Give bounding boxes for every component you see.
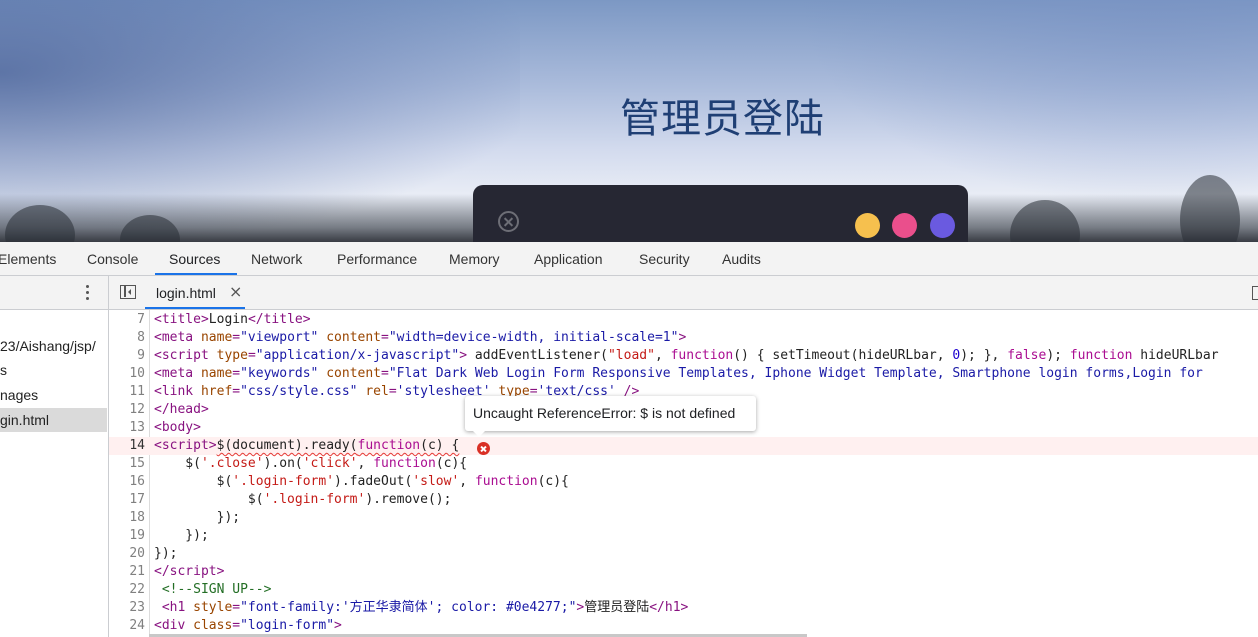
tab-elements[interactable]: Elements [0,242,56,275]
page-preview: 管理员登陆 [0,0,1258,242]
file-navigator: 23/Aishang/jsp/ s nages gin.html [0,276,109,637]
line-number: 23 [129,600,145,615]
line-number: 13 [129,420,145,435]
code-line: 17 $('.login-form').remove(); [109,491,1258,509]
line-number: 7 [137,312,145,327]
tab-security[interactable]: Security [639,242,690,275]
code-line: 7 <title>Login</title> [109,311,1258,329]
line-number: 17 [129,492,145,507]
code-line: 9 <script type="application/x-javascript"… [109,347,1258,365]
error-icon[interactable] [477,442,490,455]
tab-application[interactable]: Application [534,242,603,275]
yellow-dot [855,213,880,238]
toggle-navigator-icon[interactable] [120,285,136,299]
close-tab-icon[interactable]: × [229,282,242,301]
line-number: 11 [129,384,145,399]
code-line: 20}); [109,545,1258,563]
toggle-debugger-icon[interactable] [1252,286,1258,300]
tab-performance[interactable]: Performance [337,242,417,275]
tab-audits[interactable]: Audits [722,242,761,275]
file-tab-label: login.html [156,285,216,301]
code-line: 15 $('.close').on('click', function(c){ [109,455,1258,473]
tab-network[interactable]: Network [251,242,302,275]
error-tooltip: Uncaught ReferenceError: $ is not define… [465,396,756,437]
code-line: 8 <meta name="viewport" content="width=de… [109,329,1258,347]
active-tab-indicator [155,273,237,275]
devtools-tabbar: Elements Console Sources Network Perform… [0,242,1258,276]
code-line: 16 $('.login-form').fadeOut('slow', func… [109,473,1258,491]
tab-memory[interactable]: Memory [449,242,500,275]
code-line: 18 }); [109,509,1258,527]
navigator-item-folder[interactable]: nages [0,383,107,407]
file-tab[interactable]: login.html × [145,276,245,309]
line-number: 16 [129,474,145,489]
navigator-item-folder[interactable]: s [0,358,107,382]
line-number: 21 [129,564,145,579]
line-number: 19 [129,528,145,543]
line-number: 15 [129,456,145,471]
line-number: 22 [129,582,145,597]
active-file-indicator [145,307,245,309]
line-number: 24 [129,618,145,633]
navigator-item-folder[interactable]: 23/Aishang/jsp/ [0,334,107,358]
code-line: 19 }); [109,527,1258,545]
code-line: 22 <!--SIGN UP--> [109,581,1258,599]
purple-dot [930,213,955,238]
close-icon[interactable] [498,211,519,232]
line-number: 18 [129,510,145,525]
editor-tabstrip: login.html × [109,276,1258,310]
line-number: 8 [137,330,145,345]
more-options-icon[interactable] [82,284,94,302]
navigator-item-file[interactable]: gin.html [0,408,107,432]
line-number: 20 [129,546,145,561]
line-number: 10 [129,366,145,381]
code-line: 10 <meta name="keywords" content="Flat Da… [109,365,1258,383]
line-number: 12 [129,402,145,417]
login-form [473,185,968,242]
code-editor[interactable]: 7 <title>Login</title> 8 <meta name="viewp… [109,310,1258,637]
tab-sources[interactable]: Sources [169,242,220,275]
navigator-header [0,276,108,310]
code-line: 23 <h1 style="font-family:'方正华隶简体'; colo… [109,599,1258,617]
tab-console[interactable]: Console [87,242,138,275]
line-number: 9 [137,348,145,363]
code-line: 21 </script> [109,563,1258,581]
code-line-error: 14 <script>$(document).ready(function(c) … [109,437,1258,455]
code-line: 24 <div class="login-form"> [109,617,1258,635]
page-title: 管理员登陆 [620,96,825,142]
pink-dot [892,213,917,238]
devtools-panel: Elements Console Sources Network Perform… [0,242,1258,637]
line-number: 14 [129,438,145,453]
